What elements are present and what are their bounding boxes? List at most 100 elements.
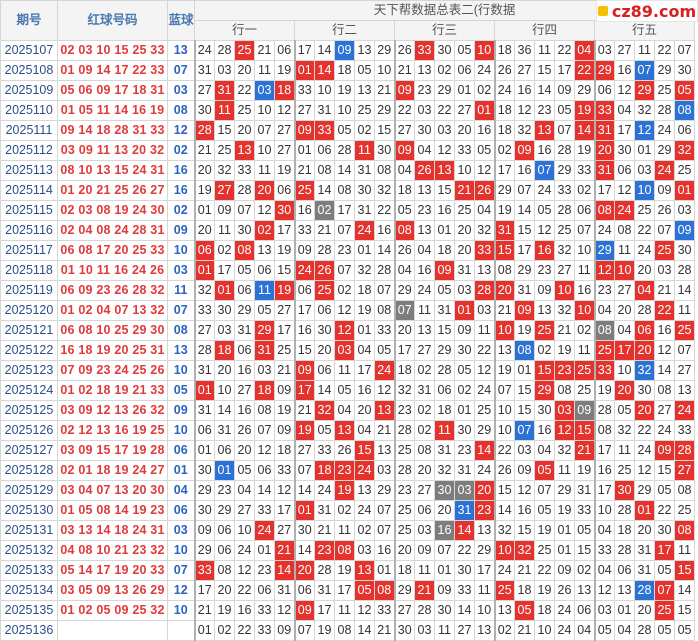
number-cell: 16 [614, 60, 635, 81]
table-row[interactable]: 2025107 02 03 10 15 25 33 13 24 28 25 21 06 17 14… [0, 40, 696, 61]
table-row[interactable]: 2025110 01 05 11 14 16 19 08 30 11 25 10 12 27 31… [0, 100, 696, 121]
number-cell: 18 [534, 600, 555, 621]
number-cell: 02 [574, 320, 595, 341]
number-cell: 03 [593, 40, 615, 61]
number-cell: 07 [293, 620, 315, 641]
hit-number-cell: 03 [334, 340, 355, 361]
number-cell: 11 [673, 300, 696, 321]
table-row[interactable]: 2025130 01 05 08 14 19 23 06 30 29 27 33 17 01 31… [0, 500, 696, 521]
table-row[interactable]: 2025134 03 05 09 13 26 29 12 17 20 22 06 31 06 31… [0, 580, 696, 601]
issue-number: 2025136 [0, 620, 58, 641]
red-balls: 03 05 09 13 26 29 [57, 580, 168, 601]
red-column-header[interactable]: 红球号码 [57, 0, 168, 41]
table-row[interactable]: 2025111 09 14 18 28 31 33 12 28 15 20 07 27 09 33… [0, 120, 696, 141]
table-row[interactable]: 2025122 16 18 19 20 25 31 13 28 18 06 31 25 15 20… [0, 340, 696, 361]
table-row[interactable]: 2025116 02 04 08 24 28 31 09 20 11 30 02 17 33 21… [0, 220, 696, 241]
red-balls: 01 09 14 17 22 33 [57, 60, 168, 81]
table-row[interactable]: 2025135 01 02 05 09 25 32 10 21 19 16 33 12 09 17… [0, 600, 696, 621]
number-cell: 29 [393, 280, 415, 301]
issue-number: 2025109 [0, 80, 58, 101]
number-cell: 06 [454, 60, 475, 81]
number-cell: 31 [234, 320, 255, 341]
table-row[interactable]: 2025119 06 09 23 26 28 32 11 32 01 06 11 19 06 25… [0, 280, 696, 301]
number-cell: 21 [314, 520, 335, 541]
number-cell: 22 [234, 620, 255, 641]
number-cell: 08 [254, 400, 275, 421]
red-balls: 01 02 18 19 21 33 [57, 380, 168, 401]
hit-number-cell: 09 [434, 260, 455, 281]
number-cell: 21 [514, 620, 535, 641]
table-row[interactable]: 2025114 01 20 21 25 26 27 16 19 27 28 20 06 25 14… [0, 180, 696, 201]
number-cell: 14 [673, 280, 696, 301]
hit-number-cell: 17 [654, 540, 675, 561]
table-row[interactable]: 2025117 06 08 17 20 25 33 10 06 02 08 13 19 09 28… [0, 240, 696, 261]
number-cell: 32 [614, 420, 635, 441]
table-row[interactable]: 2025131 03 13 14 18 24 31 03 09 06 10 24 27 30 21… [0, 520, 696, 541]
number-cell: 05 [574, 520, 595, 541]
blue-ball: 08 [167, 320, 195, 341]
number-cell: 17 [593, 180, 615, 201]
number-cell: 05 [374, 340, 395, 361]
number-cell: 13 [354, 480, 375, 501]
hit-number-cell: 13 [334, 420, 355, 441]
table-row[interactable]: 2025124 01 02 18 19 21 33 05 01 10 27 18 09 17 14… [0, 380, 696, 401]
number-cell: 04 [593, 300, 615, 321]
number-cell: 06 [314, 140, 335, 161]
table-row[interactable]: 2025120 01 02 04 07 13 32 07 33 30 29 05 27 17 06… [0, 300, 696, 321]
issue-number: 2025126 [0, 420, 58, 441]
table-row[interactable]: 2025125 03 09 12 13 26 32 09 31 14 16 08 19 21 32… [0, 400, 696, 421]
table-row[interactable]: 2025112 03 09 11 13 20 32 02 21 25 13 10 27 01 06… [0, 140, 696, 161]
logo-mark-icon [597, 6, 608, 16]
number-cell: 24 [474, 380, 495, 401]
table-row[interactable]: 2025133 05 14 17 19 20 33 07 33 08 12 23 14 20 28… [0, 560, 696, 581]
number-cell: 22 [634, 220, 655, 241]
table-row[interactable]: 2025109 05 06 09 17 18 31 03 27 31 22 03 18 33 10… [0, 80, 696, 101]
number-cell: 20 [454, 120, 475, 141]
number-cell: 10 [214, 380, 235, 401]
number-cell: 05 [254, 300, 275, 321]
table-row[interactable]: 2025118 01 10 11 16 24 26 03 01 17 05 06 15 24 26… [0, 260, 696, 281]
hit-number-cell: 09 [293, 120, 315, 141]
number-cell: 17 [193, 580, 215, 601]
site-logo[interactable]: cz89.com [596, 0, 698, 22]
number-cell: 19 [593, 380, 615, 401]
number-cell: 09 [193, 520, 215, 541]
table-row[interactable]: 2025127 03 09 15 17 19 28 06 01 06 20 12 18 27 33… [0, 440, 696, 461]
table-row[interactable]: 2025123 07 09 23 24 25 26 10 31 20 16 03 21 09 06… [0, 360, 696, 381]
number-cell: 25 [534, 540, 555, 561]
blue-ball: 03 [167, 260, 195, 281]
hit-number-cell: 13 [234, 140, 255, 161]
table-row[interactable]: 2025132 04 08 10 21 23 32 10 29 06 24 01 21 14 23… [0, 540, 696, 561]
number-cell: 20 [634, 520, 655, 541]
number-cell: 32 [493, 520, 515, 541]
table-row[interactable]: 2025129 03 04 07 13 20 30 04 29 23 04 14 12 14 24… [0, 480, 696, 501]
table-row[interactable]: 2025108 01 09 14 17 22 33 07 31 03 20 11 19 01 14… [0, 60, 696, 81]
table-row[interactable]: 2025113 08 10 13 15 24 31 16 20 32 33 11 19 21 08… [0, 160, 696, 181]
blue-column-header[interactable]: 蓝球 [167, 0, 195, 41]
table-row[interactable]: 2025115 02 03 08 19 24 30 02 01 09 07 12 30 16 02… [0, 200, 696, 221]
number-cell: 13 [474, 520, 495, 541]
number-cell: 20 [234, 440, 255, 461]
hit-number-cell: 28 [474, 280, 495, 301]
table-row[interactable]: 2025126 02 12 13 16 19 25 10 06 31 26 07 09 19 05… [0, 420, 696, 441]
number-cell: 29 [654, 140, 675, 161]
issue-column-header[interactable]: 期号 [0, 0, 58, 41]
table-row[interactable]: 2025136 01 02 22 33 09 07 19 08 14 21 30 03 11 27 13 02 2… [0, 620, 696, 641]
number-cell: 22 [393, 100, 415, 121]
red-balls [57, 620, 168, 641]
red-balls: 02 03 08 19 24 30 [57, 200, 168, 221]
table-row[interactable]: 2025121 06 08 10 25 29 30 08 27 03 31 29 17 16 30… [0, 320, 696, 341]
number-cell: 04 [614, 320, 635, 341]
number-cell: 14 [654, 360, 675, 381]
hit-number-cell: 29 [634, 80, 655, 101]
table-row[interactable]: 2025128 02 01 18 19 24 27 01 30 01 05 06 33 07 18… [0, 460, 696, 481]
number-cell: 14 [214, 400, 235, 421]
number-cell: 21 [193, 600, 215, 621]
number-cell: 30 [454, 560, 475, 581]
red-balls: 01 05 08 14 19 23 [57, 500, 168, 521]
number-cell: 07 [654, 220, 675, 241]
number-cell: 30 [634, 380, 655, 401]
hit-number-cell: 03 [254, 80, 275, 101]
number-cell: 21 [654, 280, 675, 301]
number-cell: 09 [274, 620, 295, 641]
